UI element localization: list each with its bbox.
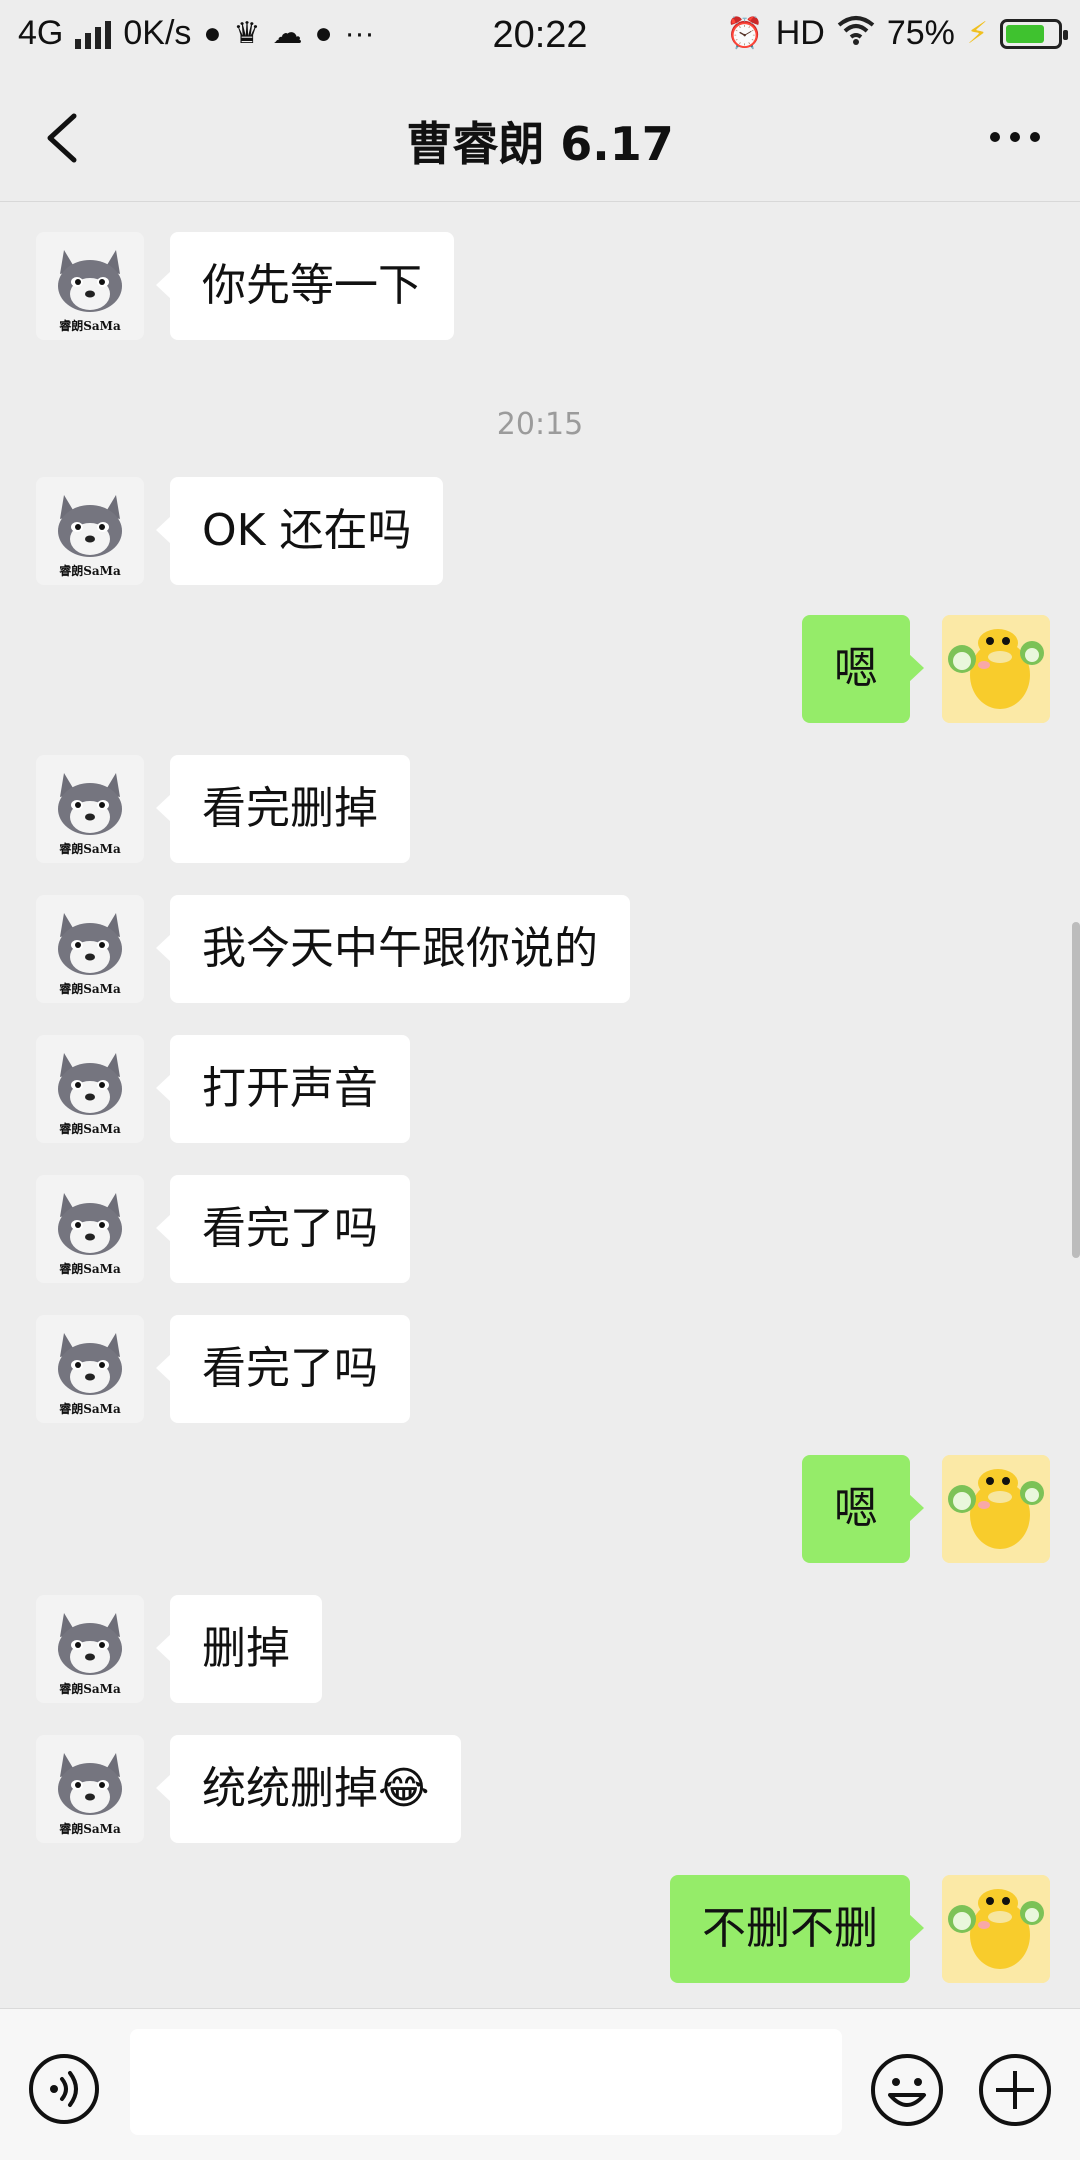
incoming-message-row: 睿朗SaMa OK 还在吗 [0,477,1080,587]
message-list[interactable]: 睿朗SaMa 你先等一下 20:15 睿朗SaMa OK 还在吗嗯睿朗SaMa 看完删掉睿… [0,202,1080,2007]
avatar-label: 睿朗SaMa [59,982,121,996]
incoming-message-bubble[interactable]: 看完了吗 [156,1315,410,1423]
incoming-message-row: 睿朗SaMa 看完了吗 [0,1315,1080,1425]
outgoing-message-bubble[interactable]: 不删不删 [670,1875,924,1983]
my-avatar[interactable] [942,615,1050,723]
incoming-message-row: 睿朗SaMa 统统删掉😂 [0,1735,1080,1845]
incoming-message-row: 睿朗SaMa 我今天中午跟你说的 [0,895,1080,1005]
avatar-label: 睿朗SaMa [59,842,121,856]
add-attachment-icon[interactable] [978,2053,1052,2127]
my-avatar[interactable] [942,1875,1050,1983]
contact-avatar[interactable]: 睿朗SaMa [36,1175,144,1283]
incoming-message-bubble[interactable]: 删掉 [156,1595,322,1703]
charging-icon: ⚡ [966,17,988,50]
incoming-message-row: 睿朗SaMa 你先等一下 [0,232,1080,342]
message-input[interactable] [130,2029,842,2135]
avatar-label: 睿朗SaMa [59,564,121,578]
contact-avatar[interactable]: 睿朗SaMa [36,477,144,585]
incoming-message-row: 睿朗SaMa 看完了吗 [0,1175,1080,1285]
input-bar [0,2008,1080,2160]
outgoing-message-row: 不删不删 [0,1875,1080,1985]
battery-icon [1000,18,1068,49]
contact-avatar[interactable]: 睿朗SaMa [36,755,144,863]
contact-avatar[interactable]: 睿朗SaMa [36,1035,144,1143]
contact-avatar[interactable]: 睿朗SaMa [36,232,144,340]
contact-avatar[interactable]: 睿朗SaMa [36,1735,144,1843]
avatar-label: 睿朗SaMa [59,1682,121,1696]
avatar-label: 睿朗SaMa [59,1402,121,1416]
incoming-message-bubble[interactable]: 看完了吗 [156,1175,410,1283]
battery-percent: 75% [886,14,955,52]
more-options-icon[interactable] [988,124,1042,150]
incoming-message-row: 睿朗SaMa 删掉 [0,1595,1080,1705]
incoming-message-bubble[interactable]: 打开声音 [156,1035,410,1143]
avatar-label: 睿朗SaMa [59,1262,121,1276]
avatar-label: 睿朗SaMa [59,1122,121,1136]
alarm-icon: ⏰ [726,17,764,50]
chat-title: 曹睿朗 6.17 [406,117,674,171]
contact-avatar[interactable]: 睿朗SaMa [36,1595,144,1703]
incoming-message-bubble[interactable]: OK 还在吗 [155,477,444,585]
incoming-message-bubble[interactable]: 我今天中午跟你说的 [156,895,630,1003]
hd-indicator: HD [775,14,825,52]
emoji-icon[interactable] [870,2053,944,2127]
message-timestamp: 20:15 [496,407,584,442]
incoming-message-bubble[interactable]: 看完删掉 [156,755,410,863]
incoming-message-row: 睿朗SaMa 打开声音 [0,1035,1080,1145]
chat-header: 曹睿朗 6.17 [0,72,1080,202]
voice-input-icon[interactable] [28,2053,100,2125]
incoming-message-row: 睿朗SaMa 看完删掉 [0,755,1080,865]
wifi-icon [837,15,875,53]
my-avatar[interactable] [942,1455,1050,1563]
avatar-label: 睿朗SaMa [59,319,121,333]
incoming-message-bubble[interactable]: 你先等一下 [156,232,454,340]
outgoing-message-bubble[interactable]: 嗯 [802,615,924,723]
outgoing-message-bubble[interactable]: 嗯 [802,1455,924,1563]
contact-avatar[interactable]: 睿朗SaMa [36,895,144,1003]
outgoing-message-row: 嗯 [0,1455,1080,1565]
contact-avatar[interactable]: 睿朗SaMa [36,1315,144,1423]
outgoing-message-row: 嗯 [0,615,1080,725]
scrollbar[interactable] [1072,922,1080,1258]
incoming-message-bubble[interactable]: 统统删掉😂 [155,1735,462,1843]
status-bar: 4G 0K/s ● ♛ ☁ ● ··· 20:22 ⏰ HD 75% ⚡ [0,0,1080,72]
avatar-label: 睿朗SaMa [59,1822,121,1836]
